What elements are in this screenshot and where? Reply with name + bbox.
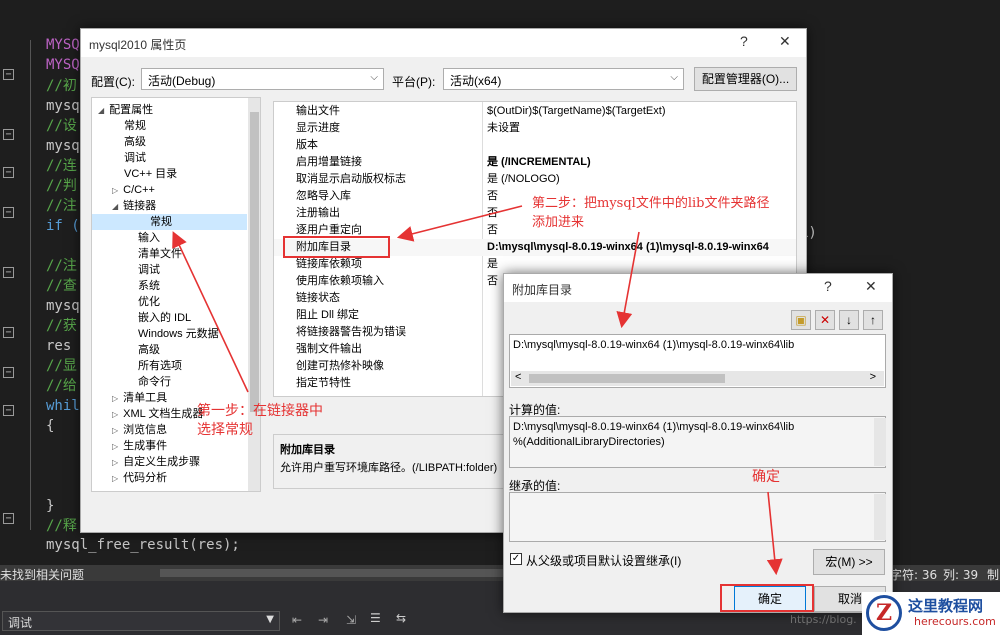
watermark-url: herecours.com — [914, 615, 996, 628]
annotation-step1-line2: 选择常规 — [197, 422, 253, 438]
annotation-step1-line1: 第一步：在链接器中 — [197, 403, 323, 419]
arrow-confirm — [766, 491, 783, 576]
annotation-step2-line2: 添加进来 — [532, 215, 585, 230]
arrow-step1 — [172, 231, 249, 393]
arrow-step2-down — [616, 231, 640, 329]
annotation-step2-line1: 第二步：把mysql文件中的lib文件夹路径 — [532, 196, 770, 211]
logo-mark-icon: Z — [866, 595, 902, 631]
screen: − − − − − − − − − MYSQ MYSQ//初 mysq//设 mysq… — [0, 0, 1000, 635]
arrow-step2-left — [396, 205, 523, 242]
watermark-title: 这里教程网 — [908, 597, 984, 615]
annotation-arrows — [172, 205, 783, 576]
annotation-confirm: 确定 — [752, 469, 780, 485]
watermark-logo: Z 这里教程网 herecours.com — [862, 592, 1000, 635]
